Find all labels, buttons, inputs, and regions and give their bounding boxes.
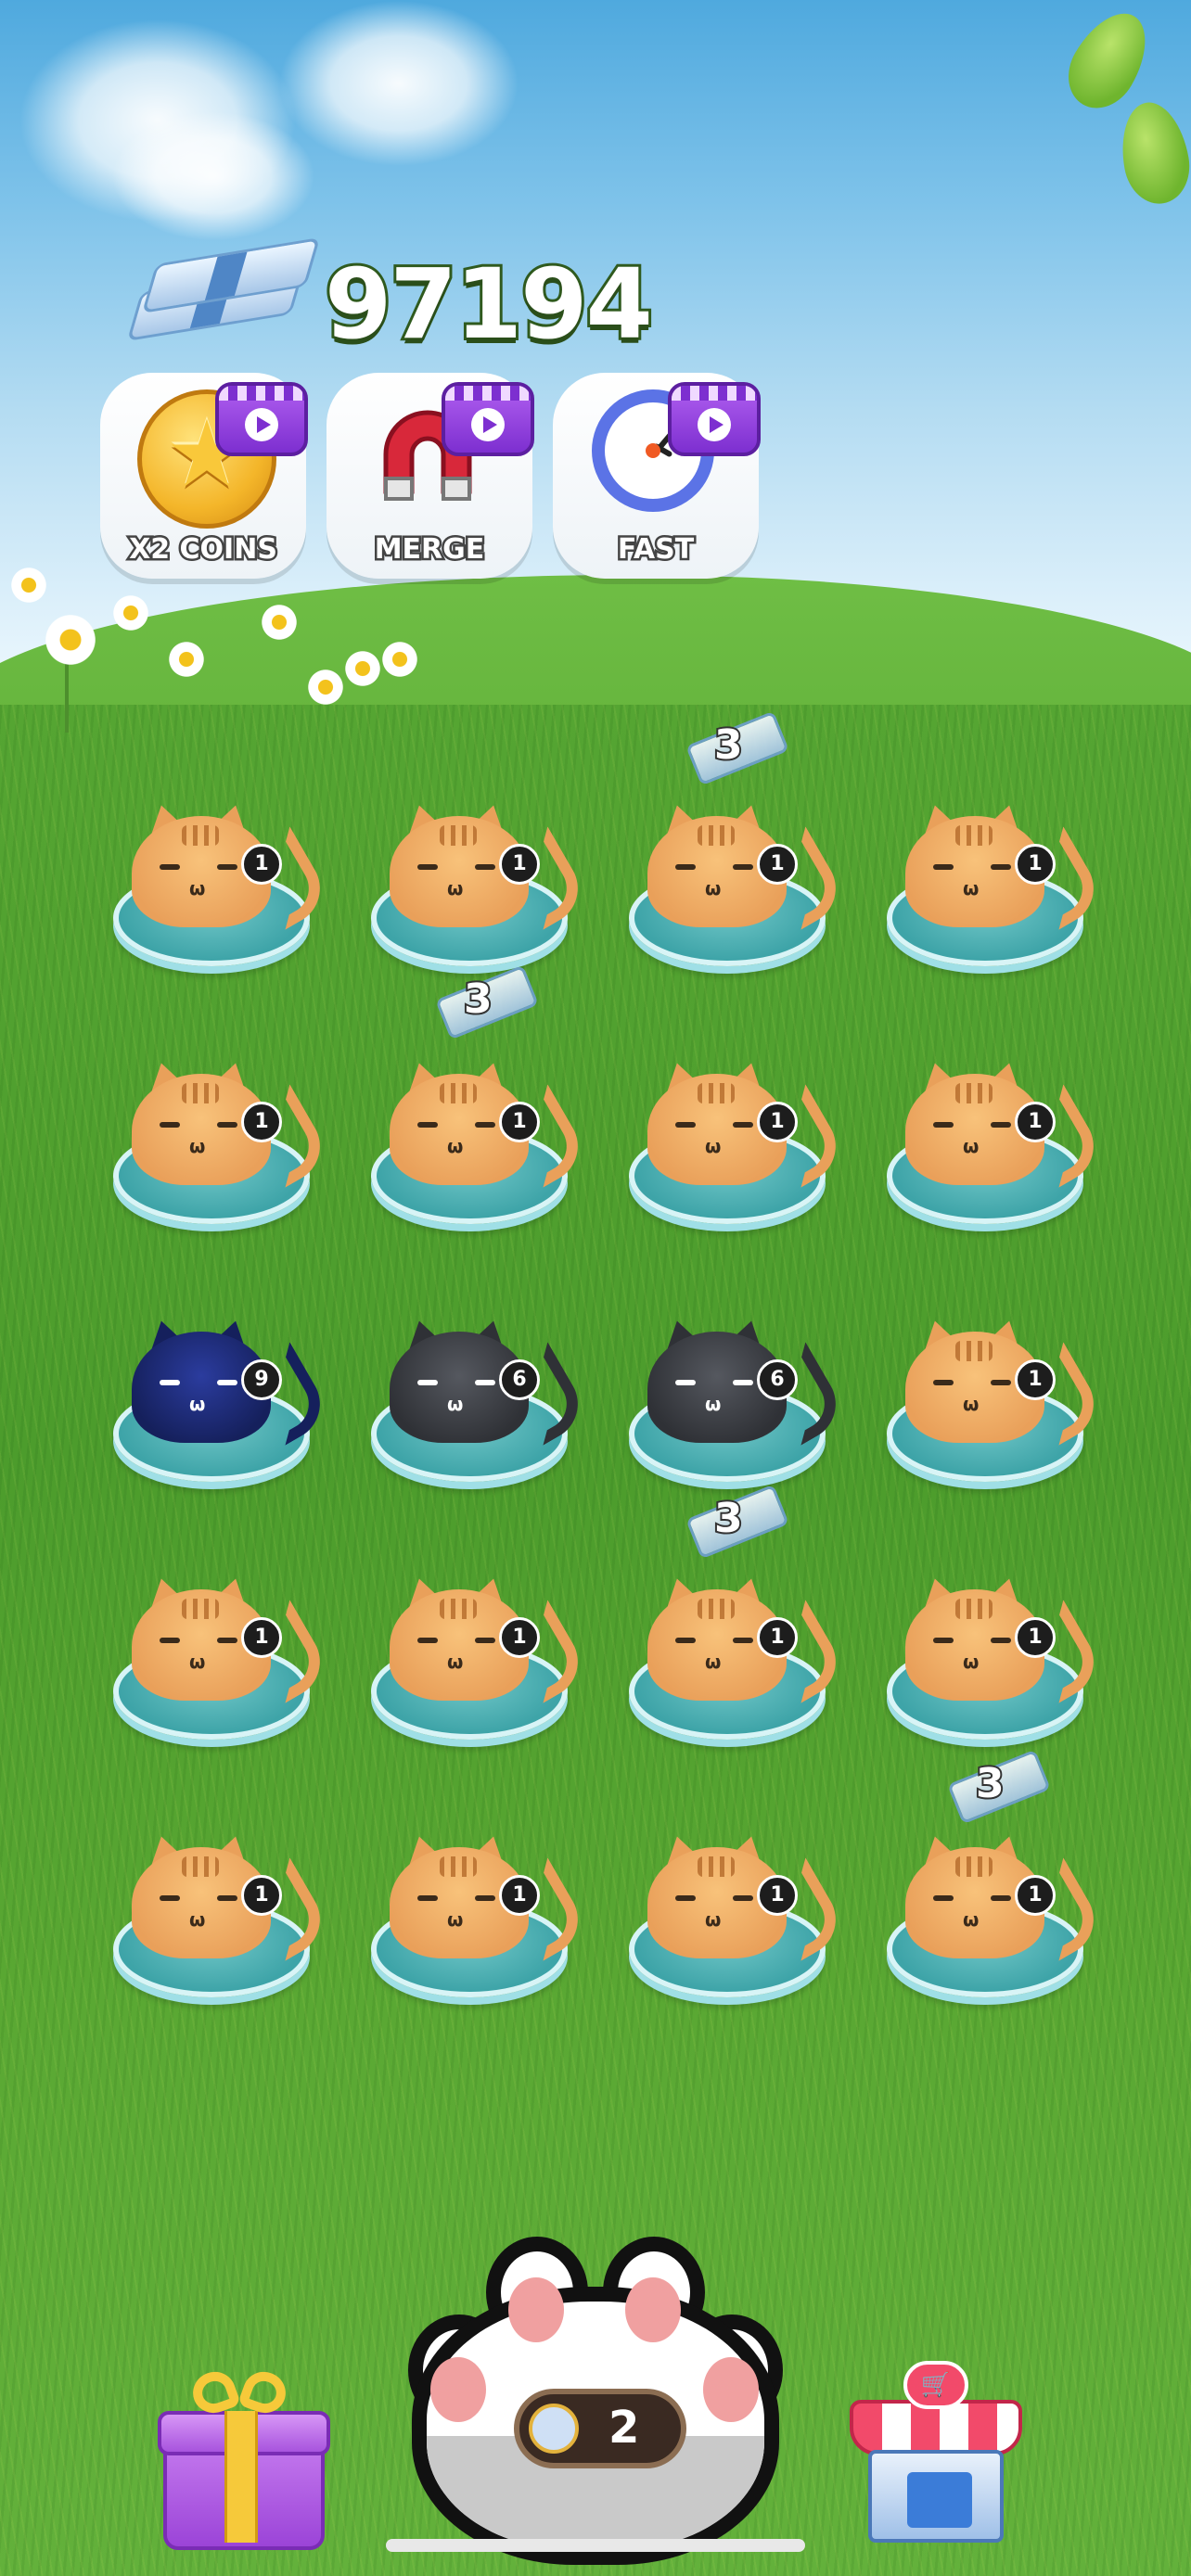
cat-slot[interactable]: ω1: [104, 1000, 334, 1241]
cash-bonus-value: 3: [712, 1493, 745, 1544]
cash-bonus-popup: 3: [434, 964, 539, 1040]
watch-video-icon: [668, 382, 761, 456]
timer-dial-icon: [529, 2404, 579, 2454]
daisy-icon: [111, 593, 150, 632]
cat-level-badge: 1: [757, 1617, 798, 1658]
cat-slot[interactable]: ω6: [620, 1257, 850, 1498]
cat-slot[interactable]: ω9: [104, 1257, 334, 1498]
cat-level-badge: 1: [757, 844, 798, 885]
daisy-icon: [167, 640, 206, 679]
booster-label: MERGE: [372, 531, 487, 568]
cat-slot[interactable]: ω1: [104, 1773, 334, 2014]
cat-slot[interactable]: ω1: [877, 1000, 1108, 1241]
cloud: [111, 111, 315, 241]
cash-bonus-popup: 3: [685, 1484, 789, 1560]
cat-level-badge: 1: [1015, 844, 1056, 885]
booster-label: FAST: [615, 531, 696, 568]
shop-icon: 🛒: [903, 2361, 968, 2409]
cat-slot[interactable]: ω6: [362, 1257, 592, 1498]
cat-slot[interactable]: ω13: [620, 1484, 850, 1756]
daisy-icon: [260, 603, 299, 642]
booster-label: X2 COINS: [127, 531, 280, 568]
paw-bean: [625, 2277, 681, 2342]
cash-bonus-value: 3: [974, 1758, 1006, 1809]
cat-level-badge: 1: [1015, 1875, 1056, 1916]
cat-level-badge: 1: [757, 1102, 798, 1142]
paw-bean: [508, 2277, 564, 2342]
cloud: [278, 0, 519, 167]
daisy-icon: [380, 640, 419, 679]
cat-slot[interactable]: ω1: [877, 1515, 1108, 1756]
cat-level-badge: 6: [757, 1359, 798, 1400]
cat-level-badge: 1: [499, 1102, 540, 1142]
cat-slot[interactable]: ω1: [877, 742, 1108, 983]
cat-level-badge: 1: [499, 844, 540, 885]
gift-icon: [193, 2366, 286, 2418]
paw-bean: [703, 2357, 759, 2422]
cat-slot[interactable]: ω1: [877, 1257, 1108, 1498]
cat-slot[interactable]: ω1: [362, 742, 592, 983]
cash-bonus-value: 3: [462, 974, 494, 1025]
cat-level-badge: 1: [241, 844, 282, 885]
cat-slot[interactable]: ω13: [877, 1749, 1108, 2014]
cat-level-badge: 1: [1015, 1102, 1056, 1142]
booster-merge-button[interactable]: MERGE: [327, 373, 534, 579]
cat-level-badge: 1: [757, 1875, 798, 1916]
cat-level-badge: 1: [499, 1875, 540, 1916]
cat-level-badge: 1: [241, 1617, 282, 1658]
cat-level-badge: 6: [499, 1359, 540, 1400]
cat-level-badge: 1: [1015, 1359, 1056, 1400]
cash-bonus-popup: 3: [685, 710, 789, 786]
cat-slot[interactable]: ω13: [620, 710, 850, 983]
cat-slot[interactable]: ω13: [362, 964, 592, 1241]
watch-video-icon: [442, 382, 534, 456]
cat-slot[interactable]: ω1: [104, 742, 334, 983]
cat-slot[interactable]: ω1: [362, 1515, 592, 1756]
game-screen: 97194 X2 COINS MERGE FAST ω1ω1ω13ω1ω1ω13…: [0, 0, 1191, 2576]
cat-slot[interactable]: ω1: [104, 1515, 334, 1756]
coin-counter: 97194: [126, 232, 656, 371]
cat-slot[interactable]: ω1: [620, 1773, 850, 2014]
leaf-decoration: [1113, 96, 1191, 210]
watch-video-icon: [215, 382, 308, 456]
spawn-timer: 2: [514, 2389, 686, 2468]
gift-button[interactable]: [158, 2363, 330, 2550]
cat-slot[interactable]: ω1: [362, 1773, 592, 2014]
paw-bean: [430, 2357, 486, 2422]
home-indicator[interactable]: [386, 2539, 805, 2552]
cash-bonus-popup: 3: [946, 1749, 1051, 1825]
timer-value: 2: [608, 2402, 640, 2454]
daisy-icon: [343, 649, 382, 688]
cat-level-badge: 1: [241, 1875, 282, 1916]
coin-value: 97194: [322, 248, 656, 361]
daisy-icon: [9, 566, 48, 605]
cat-level-badge: 1: [1015, 1617, 1056, 1658]
cash-bonus-value: 3: [712, 720, 745, 771]
daisy-icon: [43, 612, 98, 668]
cat-slot[interactable]: ω1: [620, 1000, 850, 1241]
shop-button[interactable]: 🛒: [850, 2361, 1022, 2546]
paw-spawn-button[interactable]: 2: [393, 2203, 798, 2574]
cat-level-badge: 1: [241, 1102, 282, 1142]
booster-fast-button[interactable]: FAST: [553, 373, 761, 579]
cat-level-badge: 9: [241, 1359, 282, 1400]
cat-level-badge: 1: [499, 1617, 540, 1658]
booster-x2-coins-button[interactable]: X2 COINS: [100, 373, 308, 579]
daisy-icon: [306, 668, 345, 707]
